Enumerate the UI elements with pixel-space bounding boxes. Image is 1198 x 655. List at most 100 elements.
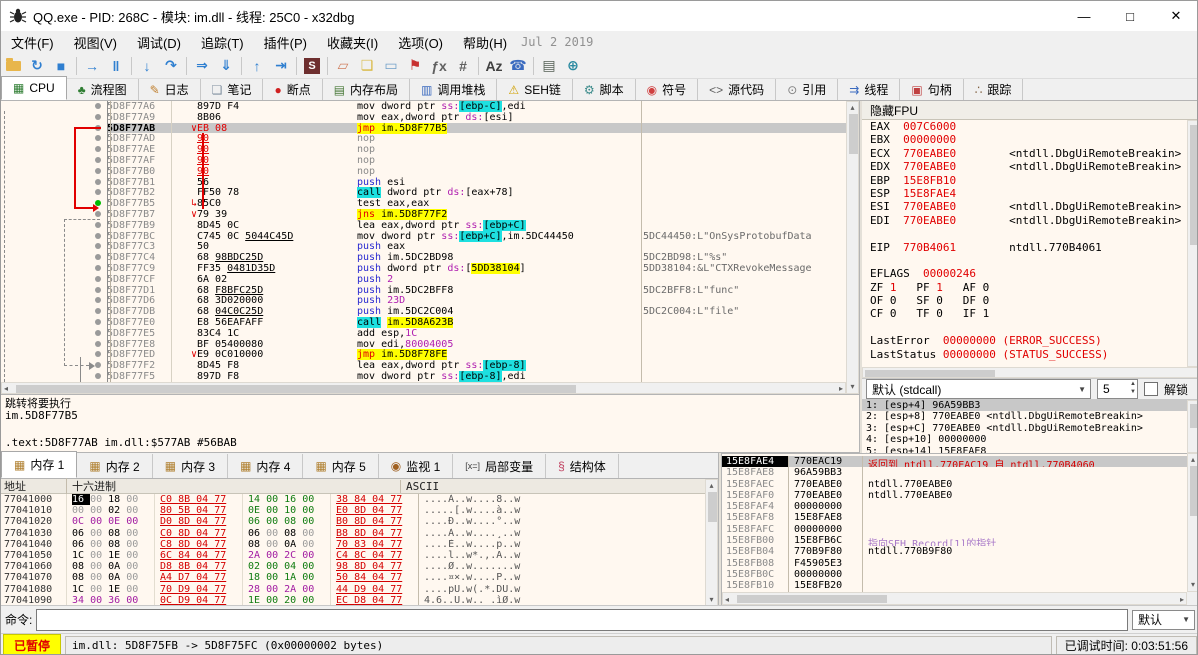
instruction-dot[interactable] xyxy=(89,317,107,328)
instruction-dot[interactable] xyxy=(89,371,107,382)
comment-icon[interactable]: ❏ xyxy=(355,55,379,77)
tab-引用[interactable]: ⊙ 引用 xyxy=(776,79,839,100)
menu-item[interactable]: 帮助(H) xyxy=(453,34,517,53)
call-argument[interactable]: 5: [esp+14] 15E8FAE8 xyxy=(862,446,1187,453)
disasm-row[interactable]: 5D8F77BC C745 0C 5044C45D mov dword ptr ss… xyxy=(1,230,846,242)
tab-句柄[interactable]: ▣ 句柄 xyxy=(900,79,964,100)
instruction-dot[interactable] xyxy=(89,274,107,285)
unlock-checkbox[interactable] xyxy=(1144,382,1158,396)
memdump-row[interactable]: 77041070 08 00 0A 00 A4 D7 04 77 18 00 1A 0… xyxy=(1,572,705,584)
menu-item[interactable]: 收藏夹(I) xyxy=(317,34,388,53)
tab-源代码[interactable]: <> 源代码 xyxy=(698,79,777,100)
call-argument[interactable]: 3: [esp+C] 770EABE0 <ntdll.DbgUiRemoteBr… xyxy=(862,423,1187,434)
disasm-row[interactable]: 5D8F77AF 90nop xyxy=(1,155,846,166)
disasm-row[interactable]: 5D8F77AE 90nop xyxy=(1,144,846,155)
tab-笔记[interactable]: ❏ 笔记 xyxy=(200,79,264,100)
memdump-row[interactable]: 77041030 06 00 08 00 C0 8D 04 77 06 00 08 0… xyxy=(1,527,705,539)
tab-局部变量[interactable]: [x=] 局部变量 xyxy=(453,454,547,478)
register-line[interactable]: EBP 15E8FB10 xyxy=(862,174,1187,187)
close-button[interactable]: ✕ xyxy=(1153,1,1197,31)
disasm-row[interactable]: 5D8F77C9 FF35 0481D35D push dword ptr ds:[… xyxy=(1,262,846,274)
register-line[interactable]: EBX 00000000 xyxy=(862,133,1187,146)
register-line[interactable]: CF 0 TF 0 IF 1 xyxy=(862,307,1187,320)
disasm-row[interactable]: 5D8F77D6 68 3D020000 push 23D xyxy=(1,295,846,306)
stack-row[interactable]: 15E8FAFC 00000000 xyxy=(722,523,1187,536)
tab-日志[interactable]: ✎ 日志 xyxy=(138,79,201,100)
register-line[interactable] xyxy=(862,227,1187,240)
calculator-icon[interactable]: ▤ xyxy=(537,55,561,77)
register-line[interactable]: ESI 770EABE0 <ntdll.DbgUiRemoteBreakin> xyxy=(862,200,1187,213)
disasm-row[interactable]: 5D8F77A6 897D F4 mov dword ptr ss:[ebp-C],… xyxy=(1,101,846,112)
tab-内存布局[interactable]: ▤ 内存布局 xyxy=(322,79,411,100)
instruction-dot[interactable] xyxy=(89,112,107,123)
step-over-icon[interactable]: ↷ xyxy=(159,55,183,77)
disasm-vscrollbar[interactable]: ▴ ▾ xyxy=(846,101,859,394)
stack-row[interactable]: 15E8FAEC 770EABE0 ntdll.770EABE0 xyxy=(722,478,1187,490)
function-icon[interactable]: ƒx xyxy=(427,55,451,77)
registers-vscrollbar[interactable] xyxy=(1187,120,1197,367)
stack-row[interactable]: 15E8FAE8 96A59BB3 xyxy=(722,467,1187,479)
disasm-row[interactable]: 5D8F77F5 897D F8 mov dword ptr ss:[ebp-8],… xyxy=(1,370,846,382)
register-line[interactable] xyxy=(862,254,1187,267)
tab-内存 3[interactable]: ▦ 内存 3 xyxy=(153,454,229,478)
stack-row[interactable]: 15E8FAE4 770EAC19 返回到 ntdll.770EAC19 自 ntd… xyxy=(722,456,1187,468)
menu-item[interactable]: 追踪(T) xyxy=(191,34,254,53)
disasm-row[interactable]: 5D8F77CF 6A 02 push 2 xyxy=(1,274,846,285)
instruction-dot[interactable] xyxy=(89,339,107,350)
disasm-row[interactable]: 5D8F77B7 ∨79 39 jns im.5D8F77F2 xyxy=(1,208,846,220)
tab-内存 4[interactable]: ▦ 内存 4 xyxy=(228,454,304,478)
stepper-arrows-icon[interactable]: ▲ ▼ xyxy=(1130,380,1136,396)
stack-row[interactable]: 15E8FAF8 15E8FAE8 xyxy=(722,512,1187,524)
menu-item[interactable]: 调试(D) xyxy=(127,34,191,53)
instruction-dot[interactable] xyxy=(89,349,107,360)
arg-count-stepper[interactable]: 5 ▲ ▼ xyxy=(1097,379,1138,399)
disasm-row[interactable]: 5D8F77E0 E8 56EAFAFF call im.5D8A623B xyxy=(1,316,846,328)
command-profile-select[interactable]: 默认 ▼ xyxy=(1132,609,1195,630)
disasm-row[interactable]: 5D8F77D1 68 F8BFC25D push im.5DC2BFF8 5DC2B… xyxy=(1,285,846,296)
instruction-dot[interactable] xyxy=(89,155,107,166)
tab-脚本[interactable]: ⚙ 脚本 xyxy=(572,79,636,100)
register-line[interactable]: ECX 770EABE0 <ntdll.DbgUiRemoteBreakin> xyxy=(862,147,1187,160)
stack-row[interactable]: 15E8FAF0 770EABE0 ntdll.770EABE0 xyxy=(722,489,1187,502)
execute-till-return-icon[interactable]: ↑ xyxy=(245,55,269,77)
disasm-row[interactable]: 5D8F77E5 83C4 1C add esp,1C xyxy=(1,328,846,339)
register-line[interactable]: EDX 770EABE0 <ntdll.DbgUiRemoteBreakin> xyxy=(862,160,1187,173)
memdump-row[interactable]: 77041040 06 00 08 00 C8 8D 04 77 08 00 0A 0… xyxy=(1,538,705,550)
tab-线程[interactable]: ⇉ 线程 xyxy=(838,79,901,100)
memdump-row[interactable]: 77041010 00 00 02 00 80 5B 04 77 0E 00 10 0… xyxy=(1,505,705,517)
tab-监视 1[interactable]: ◉ 监视 1 xyxy=(379,454,454,478)
disasm-row[interactable]: 5D8F77F2 8D45 F8 lea eax,dword ptr ss:[ebp… xyxy=(1,360,846,372)
register-line[interactable]: EIP 770B4061 ntdll.770B4061 xyxy=(862,241,1187,254)
args-vscrollbar[interactable] xyxy=(1187,400,1197,453)
menu-item[interactable]: 视图(V) xyxy=(64,34,127,53)
memdump-row[interactable]: 77041080 1C 00 1E 00 70 D9 04 77 28 00 2A 0… xyxy=(1,583,705,595)
register-line[interactable]: EFLAGS 00000246 xyxy=(862,267,1187,280)
stack-hscrollbar[interactable]: ◂ ▸ xyxy=(722,592,1187,605)
disasm-row[interactable]: 5D8F77B9 8D45 0C lea eax,dword ptr ss:[ebp… xyxy=(1,219,846,231)
bookmark-icon[interactable]: ⚑ xyxy=(403,55,427,77)
stack-row[interactable]: 15E8FB08 F45905E3 xyxy=(722,557,1187,569)
instruction-dot[interactable] xyxy=(89,133,107,144)
tab-内存 5[interactable]: ▦ 内存 5 xyxy=(303,454,379,478)
browser-icon[interactable]: ⊕ xyxy=(561,55,585,77)
disasm-row[interactable]: 5D8F77AD 90nop xyxy=(1,133,846,144)
instruction-dot[interactable] xyxy=(89,166,107,177)
register-line[interactable]: OF 0 SF 0 DF 0 xyxy=(862,294,1187,307)
tab-结构体[interactable]: § 结构体 xyxy=(546,454,619,478)
tab-断点[interactable]: ● 断点 xyxy=(263,79,323,100)
call-argument[interactable]: 4: [esp+10] 00000000 xyxy=(862,434,1187,445)
instruction-dot[interactable] xyxy=(89,295,107,306)
disasm-row[interactable]: 5D8F77E8 BF 05400080 mov edi,80004005 xyxy=(1,339,846,350)
stack-row[interactable]: 15E8FB10 15E8FB20 xyxy=(722,580,1187,592)
maximize-button[interactable]: □ xyxy=(1107,1,1153,31)
instruction-dot[interactable] xyxy=(89,101,107,112)
menu-item[interactable]: 选项(O) xyxy=(388,34,453,53)
run-to-cursor-icon[interactable]: ⇒ xyxy=(190,55,214,77)
calling-convention-select[interactable]: 默认 (stdcall) ▼ xyxy=(866,379,1091,399)
command-input[interactable] xyxy=(36,608,1128,631)
instruction-dot[interactable] xyxy=(89,144,107,155)
stack-row[interactable]: 15E8FB00 15E8FB6C 指向SEH_Record[1]的指针 xyxy=(722,535,1187,547)
label-icon[interactable]: ▭ xyxy=(379,55,403,77)
instruction-dot[interactable] xyxy=(89,252,107,263)
stack-row[interactable]: 15E8FB04 770B9F80 ntdll.770B9F80 xyxy=(722,546,1187,558)
